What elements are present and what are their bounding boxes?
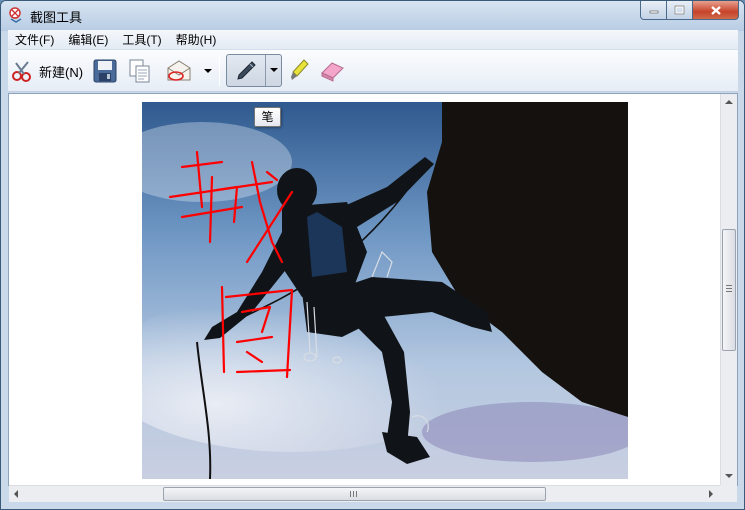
- pen-dropdown-chevron-icon[interactable]: [270, 68, 278, 72]
- toolbar: 新建(N): [8, 50, 738, 92]
- pen-split-divider: [265, 55, 266, 86]
- title-bar[interactable]: 截图工具: [1, 1, 744, 30]
- window-title: 截图工具: [30, 10, 83, 25]
- eraser-button[interactable]: [318, 55, 346, 87]
- send-snip-dropdown[interactable]: [204, 55, 212, 87]
- envelope-icon: [167, 60, 191, 81]
- send-snip-button[interactable]: [165, 55, 193, 87]
- markup-canvas[interactable]: [8, 93, 738, 486]
- scissors-icon: [12, 61, 31, 82]
- snipping-tool-window: 截图工具 文件(F) 编辑(E) 工具(T) 帮助(H) 新建(N) 笔: [0, 0, 745, 510]
- copy-icon: [129, 59, 150, 83]
- maximize-button[interactable]: [667, 1, 693, 20]
- minimize-button[interactable]: [640, 1, 667, 20]
- vertical-scrollbar[interactable]: [720, 94, 737, 485]
- floppy-disk-icon: [93, 59, 117, 83]
- pen-icon: [237, 61, 256, 80]
- new-snip-label: 新建(N): [39, 64, 84, 80]
- highlighter-icon: [291, 59, 309, 80]
- pen-tooltip: 笔: [254, 107, 281, 127]
- toolbar-separator: [219, 56, 220, 86]
- climber-photo: [142, 102, 628, 479]
- scroll-grip-icon: [726, 285, 732, 293]
- vertical-scroll-thumb[interactable]: [722, 229, 736, 351]
- highlighter-button[interactable]: [289, 55, 311, 87]
- scroll-up-arrow-icon[interactable]: [725, 100, 733, 104]
- scroll-left-arrow-icon[interactable]: [14, 490, 18, 498]
- horizontal-scrollbar[interactable]: [9, 485, 720, 502]
- save-button[interactable]: [92, 55, 118, 87]
- horizontal-scroll-thumb[interactable]: [163, 487, 546, 501]
- copy-button[interactable]: [127, 55, 153, 87]
- scrollbar-corner: [720, 485, 737, 502]
- minimize-icon: [649, 10, 658, 14]
- menu-edit[interactable]: 编辑(E): [61, 30, 115, 50]
- snipping-tool-app-icon: [9, 7, 22, 23]
- menu-file[interactable]: 文件(F): [8, 30, 61, 50]
- eraser-icon: [321, 62, 344, 82]
- scroll-grip-icon: [350, 491, 358, 497]
- scroll-right-arrow-icon[interactable]: [709, 490, 713, 498]
- menu-help[interactable]: 帮助(H): [169, 30, 224, 50]
- pen-tool-button[interactable]: [226, 54, 282, 87]
- menu-bar: 文件(F) 编辑(E) 工具(T) 帮助(H): [8, 30, 738, 50]
- close-button[interactable]: [693, 1, 739, 20]
- scroll-down-arrow-icon[interactable]: [725, 474, 733, 478]
- close-icon: [710, 5, 721, 15]
- new-snip-button[interactable]: 新建(N): [11, 55, 83, 87]
- maximize-icon: [674, 5, 685, 15]
- menu-tools[interactable]: 工具(T): [115, 30, 168, 50]
- chevron-down-icon: [204, 69, 212, 73]
